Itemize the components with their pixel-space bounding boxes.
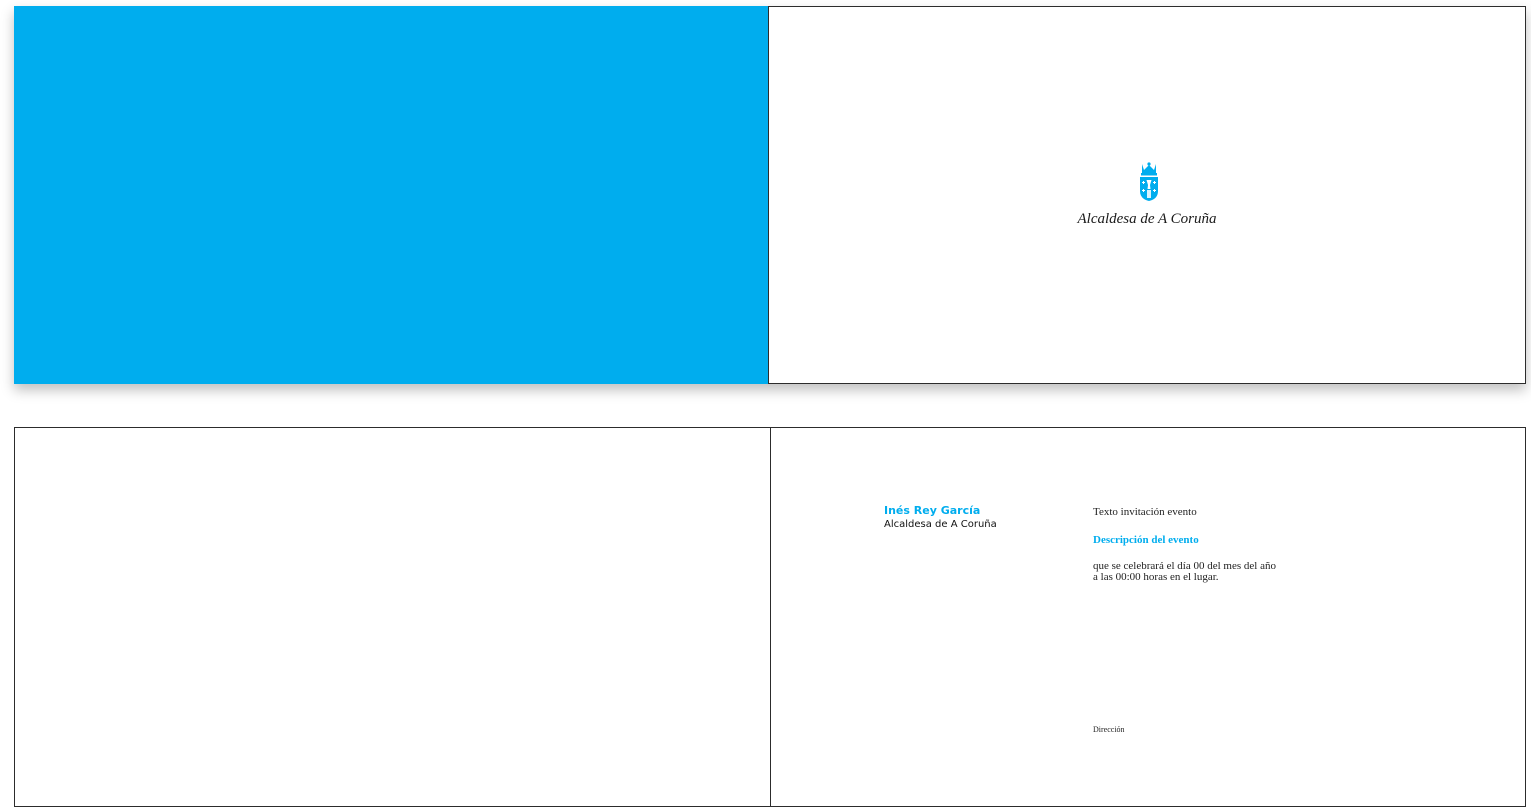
inside-right-panel: Inés Rey García Alcaldesa de A Coruña Te… <box>770 427 1526 807</box>
event-title: Descripción del evento <box>1093 534 1199 546</box>
inside-left-panel <box>14 427 770 807</box>
coat-of-arms-icon <box>1138 162 1160 202</box>
front-cover-panel: Alcaldesa de A Coruña <box>768 6 1526 384</box>
cover-title: Alcaldesa de A Coruña <box>1077 211 1217 227</box>
outer-spread: Alcaldesa de A Coruña <box>14 6 1526 384</box>
event-details-line: a las 00:00 horas en el lugar. <box>1093 571 1219 583</box>
sender-block: Inés Rey García Alcaldesa de A Coruña <box>884 504 997 532</box>
sender-role: Alcaldesa de A Coruña <box>884 519 997 530</box>
back-cover-panel <box>14 6 768 384</box>
event-details: que se celebrará el día 00 del mes del a… <box>1093 561 1276 583</box>
address: Dirección <box>1093 725 1125 734</box>
inner-spread: Inés Rey García Alcaldesa de A Coruña Te… <box>14 427 1526 807</box>
invitation-text: Texto invitación evento <box>1093 506 1197 518</box>
invitation-block: Texto invitación evento Descripción del … <box>1093 506 1276 583</box>
sender-name: Inés Rey García <box>884 504 981 517</box>
